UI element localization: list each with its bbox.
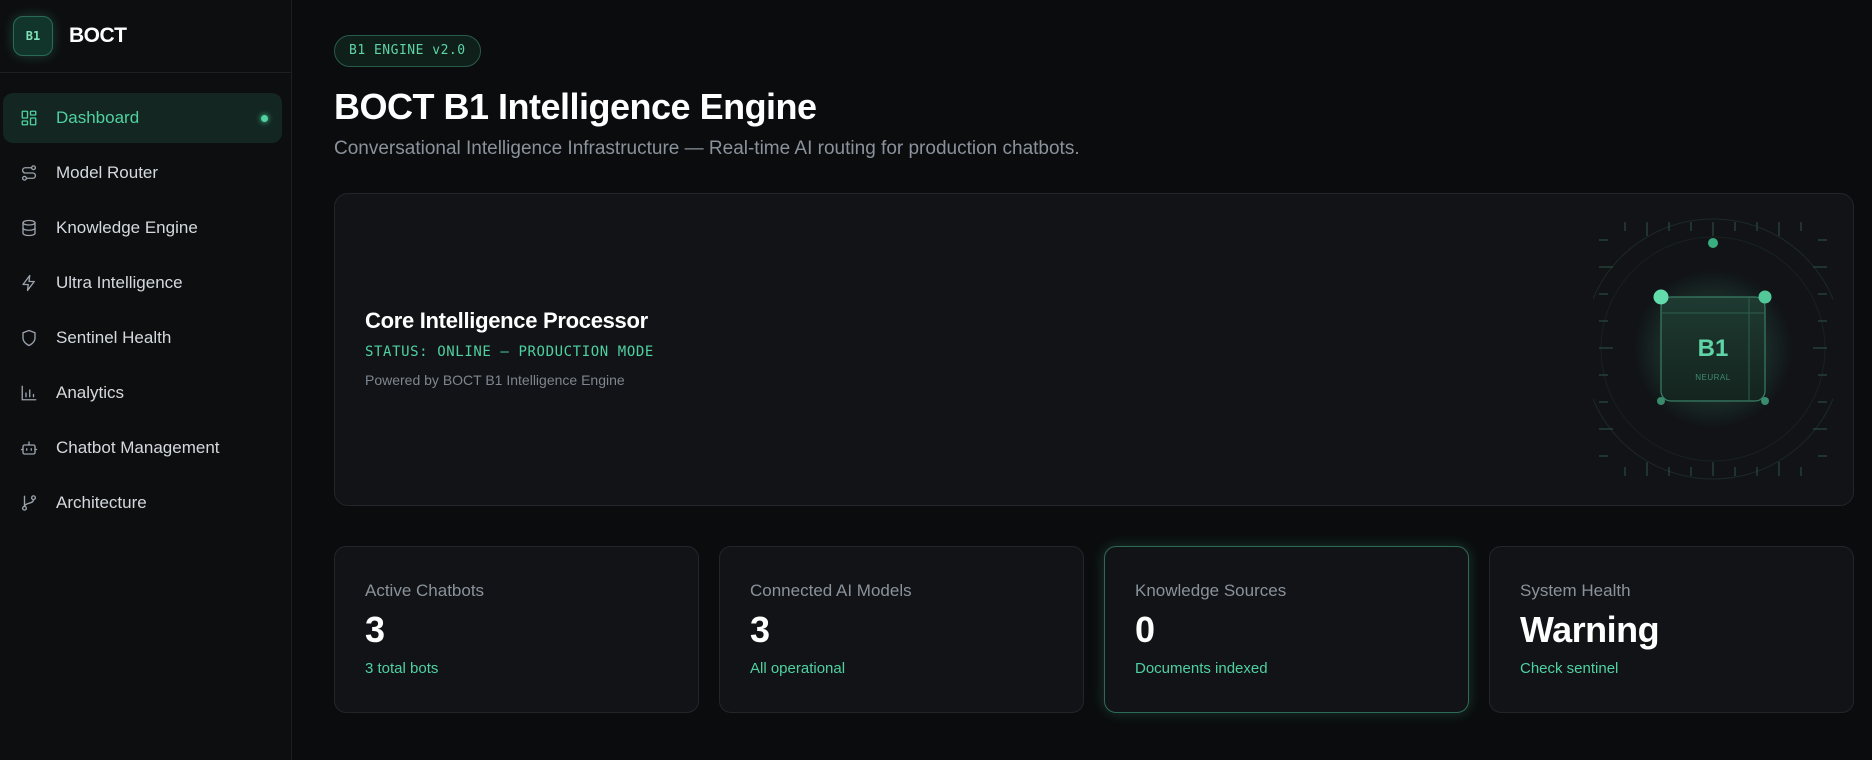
core-processor-status: STATUS: ONLINE — PRODUCTION MODE	[365, 344, 654, 360]
sidebar-item-label: Model Router	[56, 163, 159, 182]
stat-subtext: Documents indexed	[1135, 660, 1268, 677]
stat-label: Active Chatbots	[365, 581, 485, 600]
stat-label: Connected AI Models	[750, 581, 912, 600]
page-subtitle: Conversational Intelligence Infrastructu…	[334, 138, 1080, 159]
route-icon	[19, 163, 39, 183]
stat-value: 3	[750, 609, 770, 650]
sidebar-item-analytics[interactable]: Analytics	[3, 368, 282, 418]
lightning-icon	[19, 273, 39, 293]
sidebar-item-label: Architecture	[56, 493, 147, 512]
app-shell: B1 BOCT Dashboard Model Router Knowledge…	[0, 0, 1872, 760]
neural-chip-icon: B1 NEURAL	[1582, 218, 1844, 480]
stat-label: Knowledge Sources	[1135, 581, 1287, 600]
stat-card-system-health[interactable]: System Health Warning Check sentinel	[1489, 546, 1854, 713]
powered-by-text: Powered by BOCT B1 Intelligence Engine	[365, 372, 625, 388]
sidebar-item-label: Sentinel Health	[56, 328, 172, 347]
database-icon	[19, 218, 39, 238]
stats-row: Active Chatbots 3 3 total bots Connected…	[334, 546, 1854, 713]
active-indicator-dot	[261, 115, 268, 122]
shield-icon	[19, 328, 39, 348]
engine-version-badge: B1 ENGINE v2.0	[334, 35, 481, 67]
core-processor-title: Core Intelligence Processor	[365, 308, 648, 333]
sidebar: B1 BOCT Dashboard Model Router Knowledge…	[0, 0, 292, 760]
sidebar-item-chatbot-management[interactable]: Chatbot Management	[3, 423, 282, 473]
sidebar-item-label: Knowledge Engine	[56, 218, 198, 237]
stat-value: 3	[365, 609, 385, 650]
sidebar-item-label: Analytics	[56, 383, 125, 402]
sidebar-item-ultra-intelligence[interactable]: Ultra Intelligence	[3, 258, 282, 308]
stat-card-knowledge-sources[interactable]: Knowledge Sources 0 Documents indexed	[1104, 546, 1469, 713]
chip-label: B1	[1698, 335, 1729, 362]
git-branch-icon	[19, 493, 39, 513]
stat-value: 0	[1135, 609, 1155, 650]
stat-subtext: 3 total bots	[365, 660, 439, 677]
sidebar-item-sentinel-health[interactable]: Sentinel Health	[3, 313, 282, 363]
brand[interactable]: B1 BOCT	[0, 0, 291, 73]
dashboard-grid-icon	[19, 108, 39, 128]
brand-logo: B1	[13, 16, 53, 56]
stat-card-connected-models[interactable]: Connected AI Models 3 All operational	[719, 546, 1084, 713]
stat-label: System Health	[1520, 581, 1631, 600]
sidebar-item-architecture[interactable]: Architecture	[3, 478, 282, 528]
sidebar-nav: Dashboard Model Router Knowledge Engine	[0, 73, 291, 528]
sidebar-item-knowledge-engine[interactable]: Knowledge Engine	[3, 203, 282, 253]
stat-card-active-chatbots[interactable]: Active Chatbots 3 3 total bots	[334, 546, 699, 713]
sidebar-item-label: Dashboard	[56, 108, 140, 127]
brand-name: BOCT	[69, 24, 127, 47]
main-content: B1 ENGINE v2.0 BOCT B1 Intelligence Engi…	[292, 0, 1872, 760]
sidebar-item-label: Chatbot Management	[56, 438, 220, 457]
page-title: BOCT B1 Intelligence Engine	[334, 86, 817, 127]
chip-sublabel: NEURAL	[1695, 373, 1731, 382]
stat-subtext: Check sentinel	[1520, 660, 1619, 677]
core-processor-panel: Core Intelligence Processor STATUS: ONLI…	[334, 193, 1854, 506]
bar-chart-icon	[19, 383, 39, 403]
sidebar-item-model-router[interactable]: Model Router	[3, 148, 282, 198]
core-processor-info: Core Intelligence Processor STATUS: ONLI…	[365, 308, 654, 388]
sidebar-item-dashboard[interactable]: Dashboard	[3, 93, 282, 143]
bot-icon	[19, 438, 39, 458]
sidebar-item-label: Ultra Intelligence	[56, 273, 183, 292]
stat-value: Warning	[1520, 609, 1660, 650]
stat-subtext: All operational	[750, 660, 846, 677]
neural-chip-visual: B1 NEURAL	[1582, 218, 1844, 480]
